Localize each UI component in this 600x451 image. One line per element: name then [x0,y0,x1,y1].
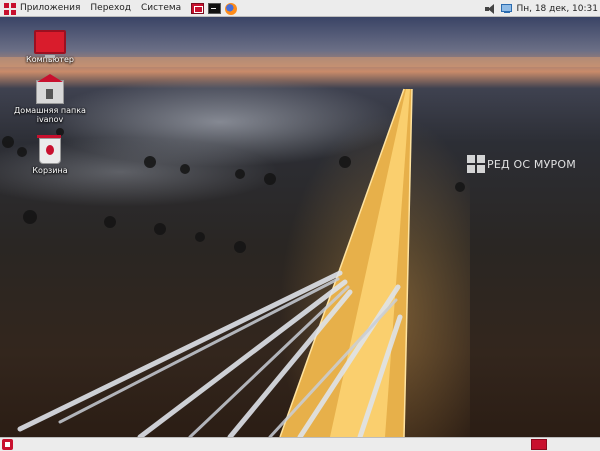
watermark-text: РЕД ОС МУРОМ [487,157,576,171]
desktop-icon-label: Корзина [32,166,68,175]
clock[interactable]: Пн, 18 дек, 10:31 [516,4,598,14]
terminal-icon[interactable] [208,3,222,14]
firefox-icon[interactable] [225,2,238,15]
menu-system[interactable]: Система [141,0,181,17]
desktop-icon-trash[interactable]: Корзина [5,135,95,175]
computer-icon [34,30,66,58]
bottom-panel [0,437,600,451]
top-panel-left: Приложения Переход Система [0,0,241,17]
trash-icon [37,135,61,164]
redos-watermark: РЕД ОС МУРОМ [467,155,576,173]
top-panel: Приложения Переход Система Пн, 18 дек, 1… [0,0,600,17]
redos-mark-icon [467,155,485,173]
desktop-icon-home-folder[interactable]: Домашняя папка ivanov [5,74,95,124]
desktop-background: Компьютер Домашняя папка ivanov Корзина … [0,17,600,437]
system-tray: Пн, 18 дек, 10:31 [485,0,600,17]
menu-places[interactable]: Переход [90,0,131,17]
network-icon[interactable] [501,3,514,14]
red-app-launcher-icon[interactable] [191,3,205,14]
workspace-switcher-icon[interactable] [531,439,547,450]
home-folder-icon [36,74,64,104]
redos-logo-icon[interactable] [4,2,16,15]
menu-applications[interactable]: Приложения [20,0,80,17]
desktop-icon-label: Домашняя папка ivanov [14,106,86,124]
show-desktop-icon[interactable] [2,439,13,450]
desktop-icon-computer[interactable]: Компьютер [5,30,95,64]
volume-icon[interactable] [485,3,497,14]
